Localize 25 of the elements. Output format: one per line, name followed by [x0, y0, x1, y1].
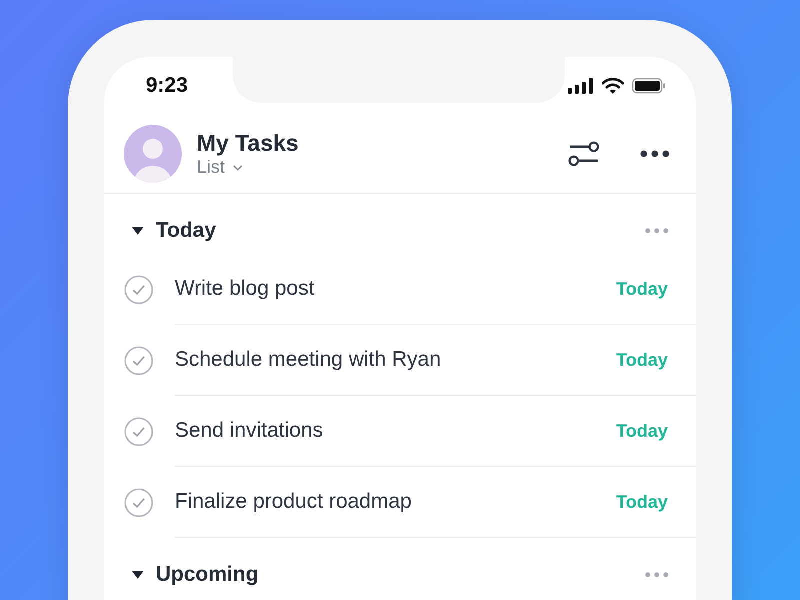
caret-icon[interactable] — [131, 226, 145, 236]
chevron-down-icon — [232, 164, 244, 172]
checkmark-circle-icon[interactable] — [124, 274, 154, 304]
due-date: Today — [616, 350, 668, 370]
battery-icon — [632, 78, 666, 94]
task-name[interactable]: Write blog post — [175, 277, 315, 301]
section-title[interactable]: Upcoming — [156, 563, 645, 587]
task-name[interactable]: Schedule meeting with Ryan — [175, 348, 442, 372]
view-dropdown[interactable]: List — [197, 157, 244, 178]
due-date: Today — [616, 420, 668, 442]
checkmark-circle-icon[interactable] — [124, 346, 154, 376]
task-name[interactable]: Send invitations — [175, 419, 324, 443]
task-name[interactable]: Finalize product roadmap — [175, 490, 412, 514]
caret-icon[interactable] — [131, 570, 145, 580]
due-date: Today — [616, 278, 668, 300]
due-date: Today — [616, 492, 668, 512]
page-title: My Tasks — [197, 130, 300, 157]
wifi-icon — [602, 78, 624, 94]
checkmark-circle-icon[interactable] — [124, 416, 154, 446]
section-title[interactable]: Today — [156, 219, 645, 243]
status-time: 9:23 — [146, 74, 188, 98]
filter-icon[interactable] — [568, 141, 600, 167]
more-icon[interactable] — [640, 150, 670, 158]
signal-icon — [568, 78, 594, 94]
checkmark-circle-icon[interactable] — [124, 488, 154, 518]
